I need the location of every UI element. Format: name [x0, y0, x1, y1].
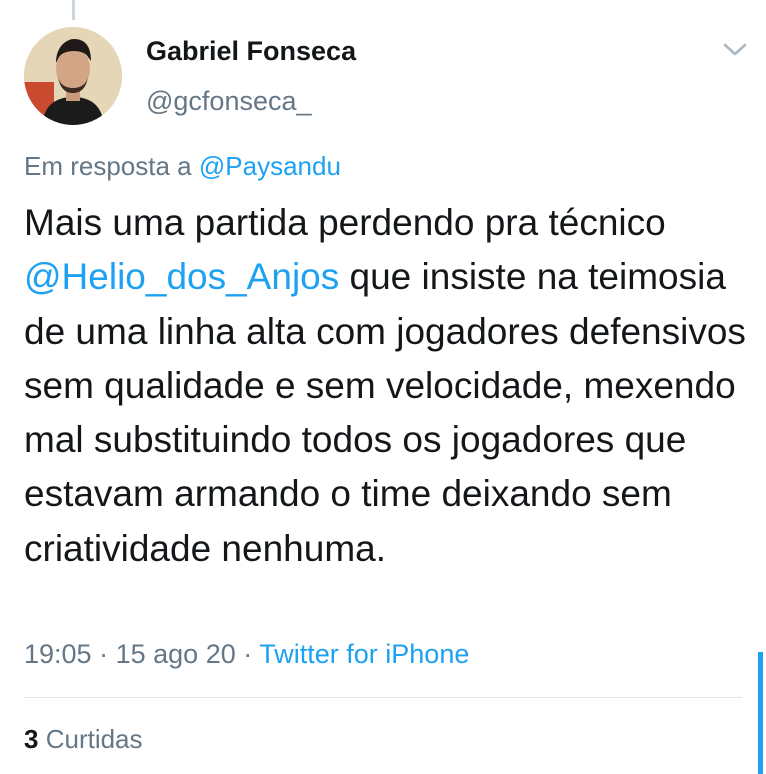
chevron-down-icon	[723, 43, 747, 56]
author-handle[interactable]: @gcfonseca_	[146, 86, 312, 117]
thread-connector-line	[72, 0, 75, 20]
reply-prefix: Em resposta a	[24, 151, 192, 181]
divider	[24, 697, 742, 698]
avatar[interactable]	[24, 27, 122, 125]
meta-separator: ·	[243, 639, 253, 669]
tweet-date[interactable]: 15 ago 20	[116, 639, 236, 669]
tweet-meta: 19:05 · 15 ago 20 · Twitter for iPhone	[24, 639, 469, 670]
avatar-photo	[24, 27, 122, 125]
tweet-text-part2: que insiste na teimosia de uma linha alt…	[24, 256, 746, 569]
tweet-text-part1: Mais uma partida perdendo pra técnico	[24, 202, 666, 243]
author-name[interactable]: Gabriel Fonseca	[146, 36, 356, 67]
scroll-indicator	[758, 652, 763, 774]
tweet-text: Mais uma partida perdendo pra técnico @H…	[24, 196, 749, 576]
tweet-menu-button[interactable]	[721, 40, 749, 60]
likes-label: Curtidas	[45, 724, 143, 754]
reply-context: Em resposta a @Paysandu	[24, 151, 341, 182]
reply-mention-link[interactable]: @Paysandu	[199, 151, 341, 181]
tweet-mention-link[interactable]: @Helio_dos_Anjos	[24, 256, 339, 297]
tweet-source-link[interactable]: Twitter for iPhone	[259, 639, 469, 669]
meta-separator: ·	[99, 639, 109, 669]
likes-count: 3	[24, 724, 39, 754]
likes-link[interactable]: 3 Curtidas	[24, 724, 143, 755]
tweet-time[interactable]: 19:05	[24, 639, 92, 669]
